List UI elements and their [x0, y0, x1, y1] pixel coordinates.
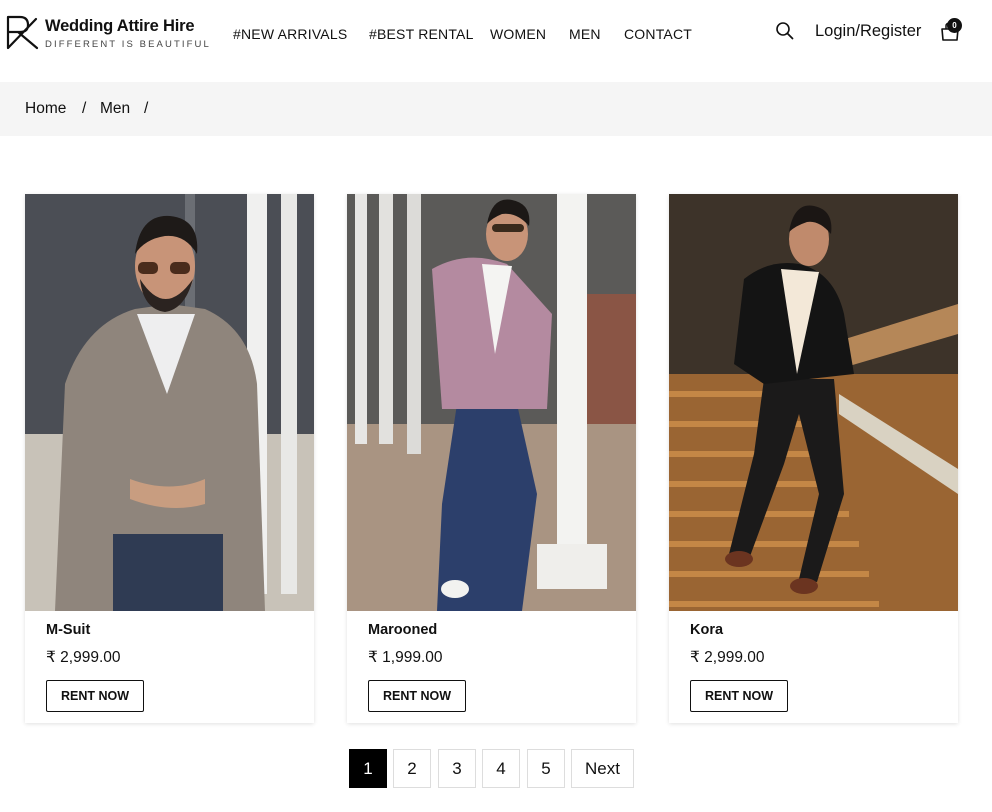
- product-name[interactable]: M-Suit: [46, 622, 90, 638]
- product-photo-marooned: [347, 194, 636, 611]
- product-price: ₹ 1,999.00: [368, 649, 443, 666]
- cart-count-badge: 0: [947, 18, 962, 33]
- next-page-button[interactable]: Next: [571, 749, 634, 788]
- rent-now-button[interactable]: RENT NOW: [368, 680, 466, 712]
- brand-name: Wedding Attire Hire: [45, 17, 195, 35]
- product-price: ₹ 2,999.00: [690, 649, 765, 666]
- nav-item-men[interactable]: MEN: [569, 26, 601, 42]
- brand-tagline: DIFFERENT IS BEAUTIFUL: [45, 39, 211, 50]
- search-icon[interactable]: [774, 20, 796, 42]
- product-image[interactable]: [669, 194, 958, 611]
- page-button-5[interactable]: 5: [527, 749, 565, 788]
- rent-now-button[interactable]: RENT NOW: [46, 680, 144, 712]
- product-photo-kora: [669, 194, 958, 611]
- product-image[interactable]: [347, 194, 636, 611]
- brand-logo[interactable]: Wedding Attire Hire DIFFERENT IS BEAUTIF…: [6, 14, 209, 54]
- product-name[interactable]: Kora: [690, 622, 723, 638]
- product-card: Kora ₹ 2,999.00 RENT NOW: [669, 194, 958, 723]
- product-card: Marooned ₹ 1,999.00 RENT NOW: [347, 194, 636, 723]
- breadcrumb: Home / Men /: [0, 82, 992, 136]
- breadcrumb-separator: /: [82, 100, 87, 117]
- product-name[interactable]: Marooned: [368, 622, 437, 638]
- product-image[interactable]: [25, 194, 314, 611]
- login-register-link[interactable]: Login/Register: [815, 22, 921, 41]
- breadcrumb-home[interactable]: Home: [25, 100, 66, 118]
- page-button-4[interactable]: 4: [482, 749, 520, 788]
- nav-item-new-arrivals[interactable]: #NEW ARRIVALS: [233, 26, 347, 42]
- rent-now-button[interactable]: RENT NOW: [690, 680, 788, 712]
- page-button-3[interactable]: 3: [438, 749, 476, 788]
- product-card: M-Suit ₹ 2,999.00 RENT NOW: [25, 194, 314, 723]
- page-button-2[interactable]: 2: [393, 749, 431, 788]
- product-price: ₹ 2,999.00: [46, 649, 121, 666]
- logo-mark-icon: [6, 15, 39, 50]
- site-header: Wedding Attire Hire DIFFERENT IS BEAUTIF…: [0, 0, 992, 82]
- breadcrumb-men[interactable]: Men: [100, 100, 130, 118]
- page-button-1[interactable]: 1: [349, 749, 387, 788]
- breadcrumb-separator: /: [144, 100, 149, 117]
- nav-item-women[interactable]: WOMEN: [490, 26, 546, 42]
- nav-item-best-rental[interactable]: #BEST RENTAL: [369, 26, 474, 42]
- product-photo-m-suit: [25, 194, 314, 611]
- nav-item-contact[interactable]: CONTACT: [624, 26, 692, 42]
